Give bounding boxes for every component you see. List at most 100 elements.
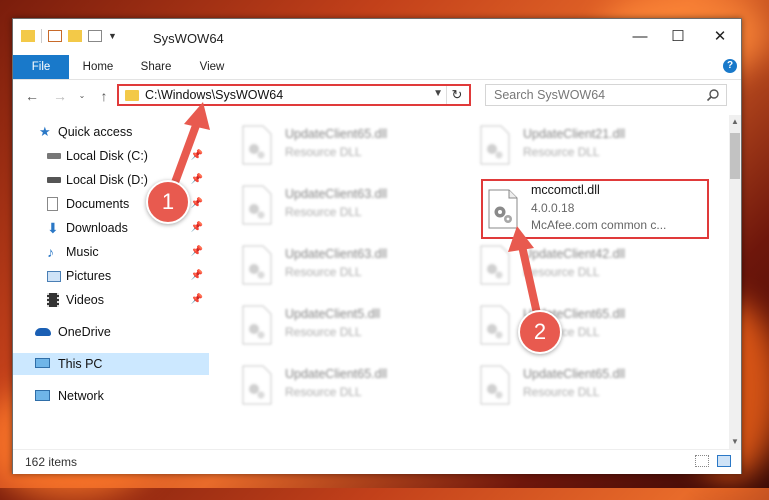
new-folder-icon[interactable] [68, 30, 82, 42]
refresh-icon[interactable]: ↻ [446, 86, 467, 104]
pin-icon[interactable]: 📌 [191, 294, 203, 305]
tab-view[interactable]: View [191, 55, 233, 79]
scroll-up-icon[interactable]: ▲ [729, 115, 741, 129]
properties-icon[interactable] [48, 30, 62, 42]
address-bar[interactable]: C:\Windows\SysWOW64 ▼ ↻ [117, 84, 471, 106]
nav-item-onedrive[interactable]: OneDrive [13, 321, 209, 343]
file-name: UpdateClient42.dll [523, 247, 626, 261]
search-box[interactable]: Search SysWOW64 [485, 84, 727, 106]
nav-item-local-disk-c[interactable]: Local Disk (C:) 📌 [13, 145, 209, 167]
downloads-icon: ⬇ [47, 220, 59, 236]
file-type: Resource DLL [285, 205, 362, 219]
nav-item-music[interactable]: ♪ Music 📌 [13, 241, 209, 263]
file-version: 4.0.0.18 [531, 201, 575, 215]
dll-file-icon [480, 305, 510, 345]
address-path: C:\Windows\SysWOW64 [145, 88, 284, 102]
file-name: UpdateClient65.dll [523, 367, 626, 381]
nav-item-label: Documents [66, 197, 130, 211]
file-name: UpdateClient63.dll [285, 187, 388, 201]
file-item[interactable]: UpdateClient65.dll Resource DLL [229, 121, 459, 177]
dll-file-icon [242, 365, 272, 405]
nav-item-videos[interactable]: Videos 📌 [13, 289, 209, 311]
annotation-badge-2: 2 [518, 310, 562, 354]
chevron-down-icon[interactable]: ▼ [433, 88, 443, 99]
pin-icon[interactable]: 📌 [191, 222, 203, 233]
vertical-scrollbar[interactable]: ▲ ▼ [729, 115, 741, 449]
dll-file-icon [480, 245, 510, 285]
nav-item-pictures[interactable]: Pictures 📌 [13, 265, 209, 287]
nav-item-this-pc[interactable]: This PC [13, 353, 209, 375]
search-icon [706, 89, 719, 102]
window-title: SysWOW64 [153, 31, 224, 46]
file-item[interactable]: UpdateClient21.dll Resource DLL [467, 121, 697, 177]
pin-icon[interactable]: 📌 [191, 150, 203, 161]
nav-item-label: OneDrive [58, 325, 111, 339]
pin-icon[interactable]: 📌 [191, 198, 203, 209]
file-type: Resource DLL [523, 145, 600, 159]
large-icons-view-icon[interactable] [717, 455, 731, 467]
nav-item-label: Quick access [58, 125, 133, 139]
back-arrow-icon[interactable]: ← [23, 87, 41, 105]
pin-icon[interactable]: 📌 [191, 270, 203, 281]
file-name: mccomctl.dll [531, 183, 600, 197]
file-type: Resource DLL [285, 385, 362, 399]
nav-item-quick-access[interactable]: ★ Quick access [13, 121, 209, 143]
address-bar-row: ← → ⌄ ↑ C:\Windows\SysWOW64 ▼ ↻ Search S… [13, 81, 741, 113]
tab-share[interactable]: Share [135, 55, 177, 79]
file-type: Resource DLL [285, 265, 362, 279]
tab-home[interactable]: Home [77, 55, 119, 79]
file-item[interactable]: UpdateClient65.dll Resource DLL [229, 361, 459, 417]
tab-file[interactable]: File [13, 55, 69, 79]
pin-icon[interactable]: 📌 [191, 174, 203, 185]
star-icon: ★ [39, 124, 51, 139]
explorer-window: ▼ SysWOW64 — ☐ ✕ File Home Share View ? … [12, 18, 742, 474]
file-item-mccomctl[interactable]: mccomctl.dll 4.0.0.18 McAfee.com common … [481, 179, 709, 239]
file-name: UpdateClient21.dll [523, 127, 626, 141]
file-type: Resource DLL [523, 265, 600, 279]
file-type: Resource DLL [523, 385, 600, 399]
details-view-icon[interactable] [695, 455, 709, 467]
scrollbar-thumb[interactable] [730, 133, 740, 179]
folder-icon[interactable] [21, 30, 35, 42]
file-item[interactable]: UpdateClient65.dll Resource DLL [467, 301, 697, 357]
chevron-down-icon[interactable]: ▼ [108, 31, 117, 41]
file-type: Resource DLL [285, 145, 362, 159]
recent-locations-icon[interactable]: ⌄ [73, 87, 91, 105]
nav-item-label: Music [66, 245, 99, 259]
file-item[interactable]: UpdateClient63.dll Resource DLL [229, 181, 459, 237]
scroll-down-icon[interactable]: ▼ [729, 435, 741, 449]
file-list: UpdateClient65.dll Resource DLL UpdateCl… [219, 115, 729, 449]
network-icon [35, 390, 50, 401]
drive-icon [47, 153, 61, 159]
drive-icon [47, 177, 61, 183]
nav-item-label: Downloads [66, 221, 128, 235]
dll-file-icon [480, 125, 510, 165]
nav-item-label: Local Disk (C:) [66, 149, 148, 163]
pin-icon[interactable]: 📌 [191, 246, 203, 257]
nav-item-network[interactable]: Network [13, 385, 209, 407]
customize-icon[interactable] [88, 30, 102, 42]
file-item[interactable]: UpdateClient63.dll Resource DLL [229, 241, 459, 297]
nav-item-label: Local Disk (D:) [66, 173, 148, 187]
file-item[interactable]: UpdateClient42.dll Resource DLL [467, 241, 697, 297]
nav-item-label: Network [58, 389, 104, 403]
file-description: McAfee.com common c... [531, 218, 667, 232]
navigation-pane: ★ Quick access Local Disk (C:) 📌 Local D… [13, 115, 209, 449]
annotation-badge-1: 1 [146, 180, 190, 224]
help-icon[interactable]: ? [723, 59, 737, 73]
documents-icon [47, 197, 58, 211]
dll-file-icon [480, 365, 510, 405]
dll-file-icon [242, 125, 272, 165]
dll-file-icon [242, 245, 272, 285]
file-item[interactable]: UpdateClient65.dll Resource DLL [467, 361, 697, 417]
forward-arrow-icon[interactable]: → [51, 87, 69, 105]
file-item[interactable]: UpdateClient5.dll Resource DLL [229, 301, 459, 357]
up-arrow-icon[interactable]: ↑ [95, 87, 113, 105]
search-input[interactable]: Search SysWOW64 [494, 88, 605, 102]
close-button[interactable]: ✕ [697, 19, 743, 53]
computer-icon [35, 358, 50, 368]
dll-file-icon [488, 189, 518, 229]
maximize-button[interactable]: ☐ [655, 19, 701, 53]
file-name: UpdateClient65.dll [285, 127, 388, 141]
status-bar: 162 items [13, 449, 741, 474]
